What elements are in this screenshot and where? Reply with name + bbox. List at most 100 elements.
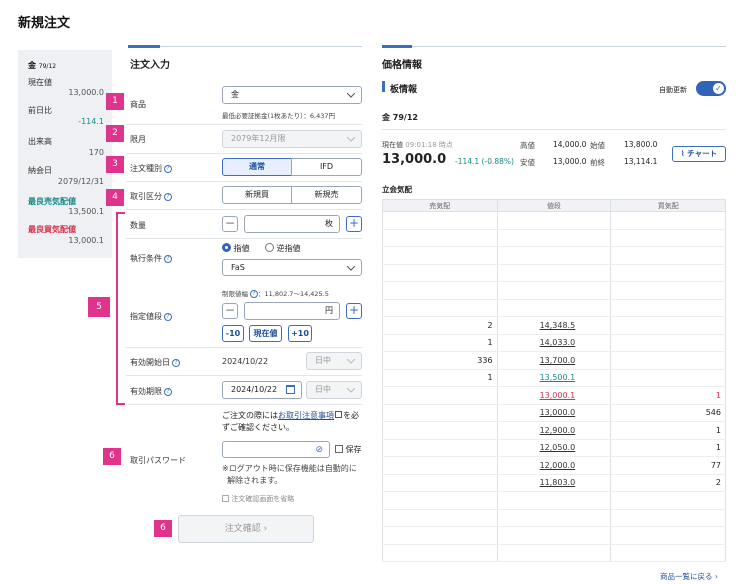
book-cell-price[interactable]: 14,033.0 — [496, 334, 612, 352]
high-label: 高値 — [520, 141, 535, 150]
book-cell-price[interactable]: 12,000.0 — [496, 456, 612, 475]
book-cell-buy: 2 — [610, 474, 726, 492]
expiry-date-input[interactable]: 2024/10/22 — [222, 381, 302, 399]
summary-label: 最良買気配値 — [28, 225, 76, 234]
book-cell-buy — [610, 544, 726, 562]
order-type-ifd[interactable]: IFD — [291, 158, 362, 176]
help-icon[interactable]: ? — [164, 164, 172, 173]
notice-text: ご注文の際にはお取引注意事項 を必 ずご確認ください。 — [222, 411, 359, 432]
table-row: 12,050.0 1 — [382, 439, 726, 457]
radio-unchecked-icon — [265, 243, 274, 252]
book-cell-sell — [382, 264, 498, 282]
eye-off-icon[interactable]: ⊘ — [315, 445, 323, 455]
summary-label: 前日比 — [28, 106, 52, 115]
divider — [126, 404, 362, 405]
save-password-checkbox[interactable]: 保存 — [335, 444, 362, 455]
book-cell-buy: 1 — [610, 421, 726, 440]
book-cell-price[interactable]: 11,803.0 — [496, 474, 612, 492]
book-cell-buy — [610, 369, 726, 387]
summary-value: -114.1 — [78, 117, 104, 126]
checkbox-icon — [335, 445, 343, 453]
notice-link[interactable]: お取引注意事項 — [278, 411, 334, 420]
order-type-normal[interactable]: 通常 — [222, 158, 292, 176]
book-cell-buy — [610, 316, 726, 335]
back-to-list-link[interactable]: 商品一覧に戻る › — [660, 571, 718, 582]
book-cell-price[interactable]: 13,000.1 — [496, 386, 612, 405]
month-label: 限月 — [130, 135, 146, 144]
skip-confirm-checkbox[interactable]: 注文確認画面を省略 — [222, 494, 294, 504]
summary-value: 13,000.0 — [68, 88, 104, 97]
start-session-select[interactable]: 日中 — [306, 352, 362, 370]
help-icon[interactable]: ? — [164, 254, 172, 263]
summary-label: 出来高 — [28, 137, 52, 146]
order-book-table: 売気配 値段 買気配 2 14,348.5 1 14,033.0 336 13,700.0… — [382, 199, 726, 562]
table-row: 12,000.0 77 — [382, 456, 726, 475]
help-icon[interactable]: ? — [164, 192, 172, 201]
book-cell-buy — [610, 351, 726, 370]
price-input[interactable]: 円 — [244, 302, 340, 320]
expiry-session-select[interactable]: 日中 — [306, 381, 362, 399]
quantity-label: 数量 — [130, 221, 146, 230]
table-row — [382, 229, 726, 247]
book-cell-sell: 1 — [382, 369, 498, 387]
price-section-rule — [382, 46, 726, 47]
trade-type-sell[interactable]: 新規売 — [291, 186, 362, 204]
trade-type-buy[interactable]: 新規買 — [222, 186, 292, 204]
book-cell-price[interactable]: 12,900.0 — [496, 421, 612, 440]
book-cell-buy — [610, 246, 726, 265]
month-select[interactable]: 2079年12月限 — [222, 130, 362, 148]
open-value: 13,800.0 — [624, 140, 658, 149]
book-cell-price[interactable]: 13,500.1 — [496, 369, 612, 387]
exec-select[interactable]: FaS — [222, 259, 362, 276]
divider — [126, 153, 362, 154]
tick-plus-button[interactable]: +10 — [288, 325, 312, 342]
book-cell-buy: 546 — [610, 404, 726, 422]
help-icon[interactable]: ? — [172, 358, 180, 367]
quantity-minus-button[interactable]: − — [222, 216, 238, 232]
table-row — [382, 491, 726, 510]
board-title-accent — [382, 81, 385, 92]
book-cell-price[interactable]: 12,050.0 — [496, 439, 612, 457]
password-input[interactable]: ⊘ — [222, 441, 330, 458]
low-value: 13,000.0 — [553, 157, 587, 166]
product-select[interactable]: 金 — [222, 86, 362, 104]
book-cell-price[interactable]: 13,700.0 — [496, 351, 612, 370]
book-cell-sell: 336 — [382, 351, 498, 370]
external-link-icon — [335, 411, 342, 418]
help-icon[interactable]: ? — [164, 387, 172, 396]
book-cell-price — [496, 229, 612, 247]
tick-current-button[interactable]: 現在値 — [249, 325, 282, 342]
col-price: 値段 — [496, 199, 612, 212]
table-row — [382, 526, 726, 545]
chevron-down-icon — [346, 355, 356, 364]
price-plus-button[interactable]: + — [346, 303, 362, 319]
product-label: 商品 — [130, 100, 146, 109]
step-marker: 5 — [88, 297, 110, 317]
order-confirm-button[interactable]: 注文確認 › — [178, 515, 314, 543]
divider — [382, 129, 726, 130]
auto-update-toggle[interactable]: ✓ — [696, 81, 726, 96]
exec-radio-limit[interactable]: 指値 — [222, 243, 250, 254]
book-cell-price[interactable]: 13,000.0 — [496, 404, 612, 422]
step-marker: 6 — [103, 448, 121, 465]
page-title: 新規注文 — [18, 16, 71, 31]
logout-note: ※ログアウト時に保存機能は自動的に 解除されます。 — [222, 464, 357, 485]
price-minus-button[interactable]: − — [222, 303, 238, 319]
book-cell-buy — [610, 211, 726, 230]
table-row — [382, 211, 726, 230]
tick-minus-button[interactable]: -10 — [222, 325, 244, 342]
help-icon[interactable]: ? — [164, 312, 172, 321]
exec-radio-stop[interactable]: 逆指値 — [265, 243, 301, 254]
book-cell-sell — [382, 246, 498, 265]
help-icon[interactable]: ? — [250, 290, 258, 298]
book-cell-price[interactable]: 14,348.5 — [496, 316, 612, 335]
auto-update-label: 自動更新 — [659, 86, 687, 94]
order-type-label: 注文種別? — [130, 163, 172, 174]
order-section-title: 注文入力 — [130, 60, 170, 71]
margin-note: 最低必要証拠金(1枚あたり）：6,437円 — [222, 112, 336, 120]
chart-button[interactable]: ⌇ チャート — [672, 146, 726, 162]
quantity-input[interactable]: 枚 — [244, 215, 340, 233]
chevron-right-icon: › — [714, 572, 718, 581]
book-cell-price — [496, 211, 612, 230]
quantity-plus-button[interactable]: + — [346, 216, 362, 232]
